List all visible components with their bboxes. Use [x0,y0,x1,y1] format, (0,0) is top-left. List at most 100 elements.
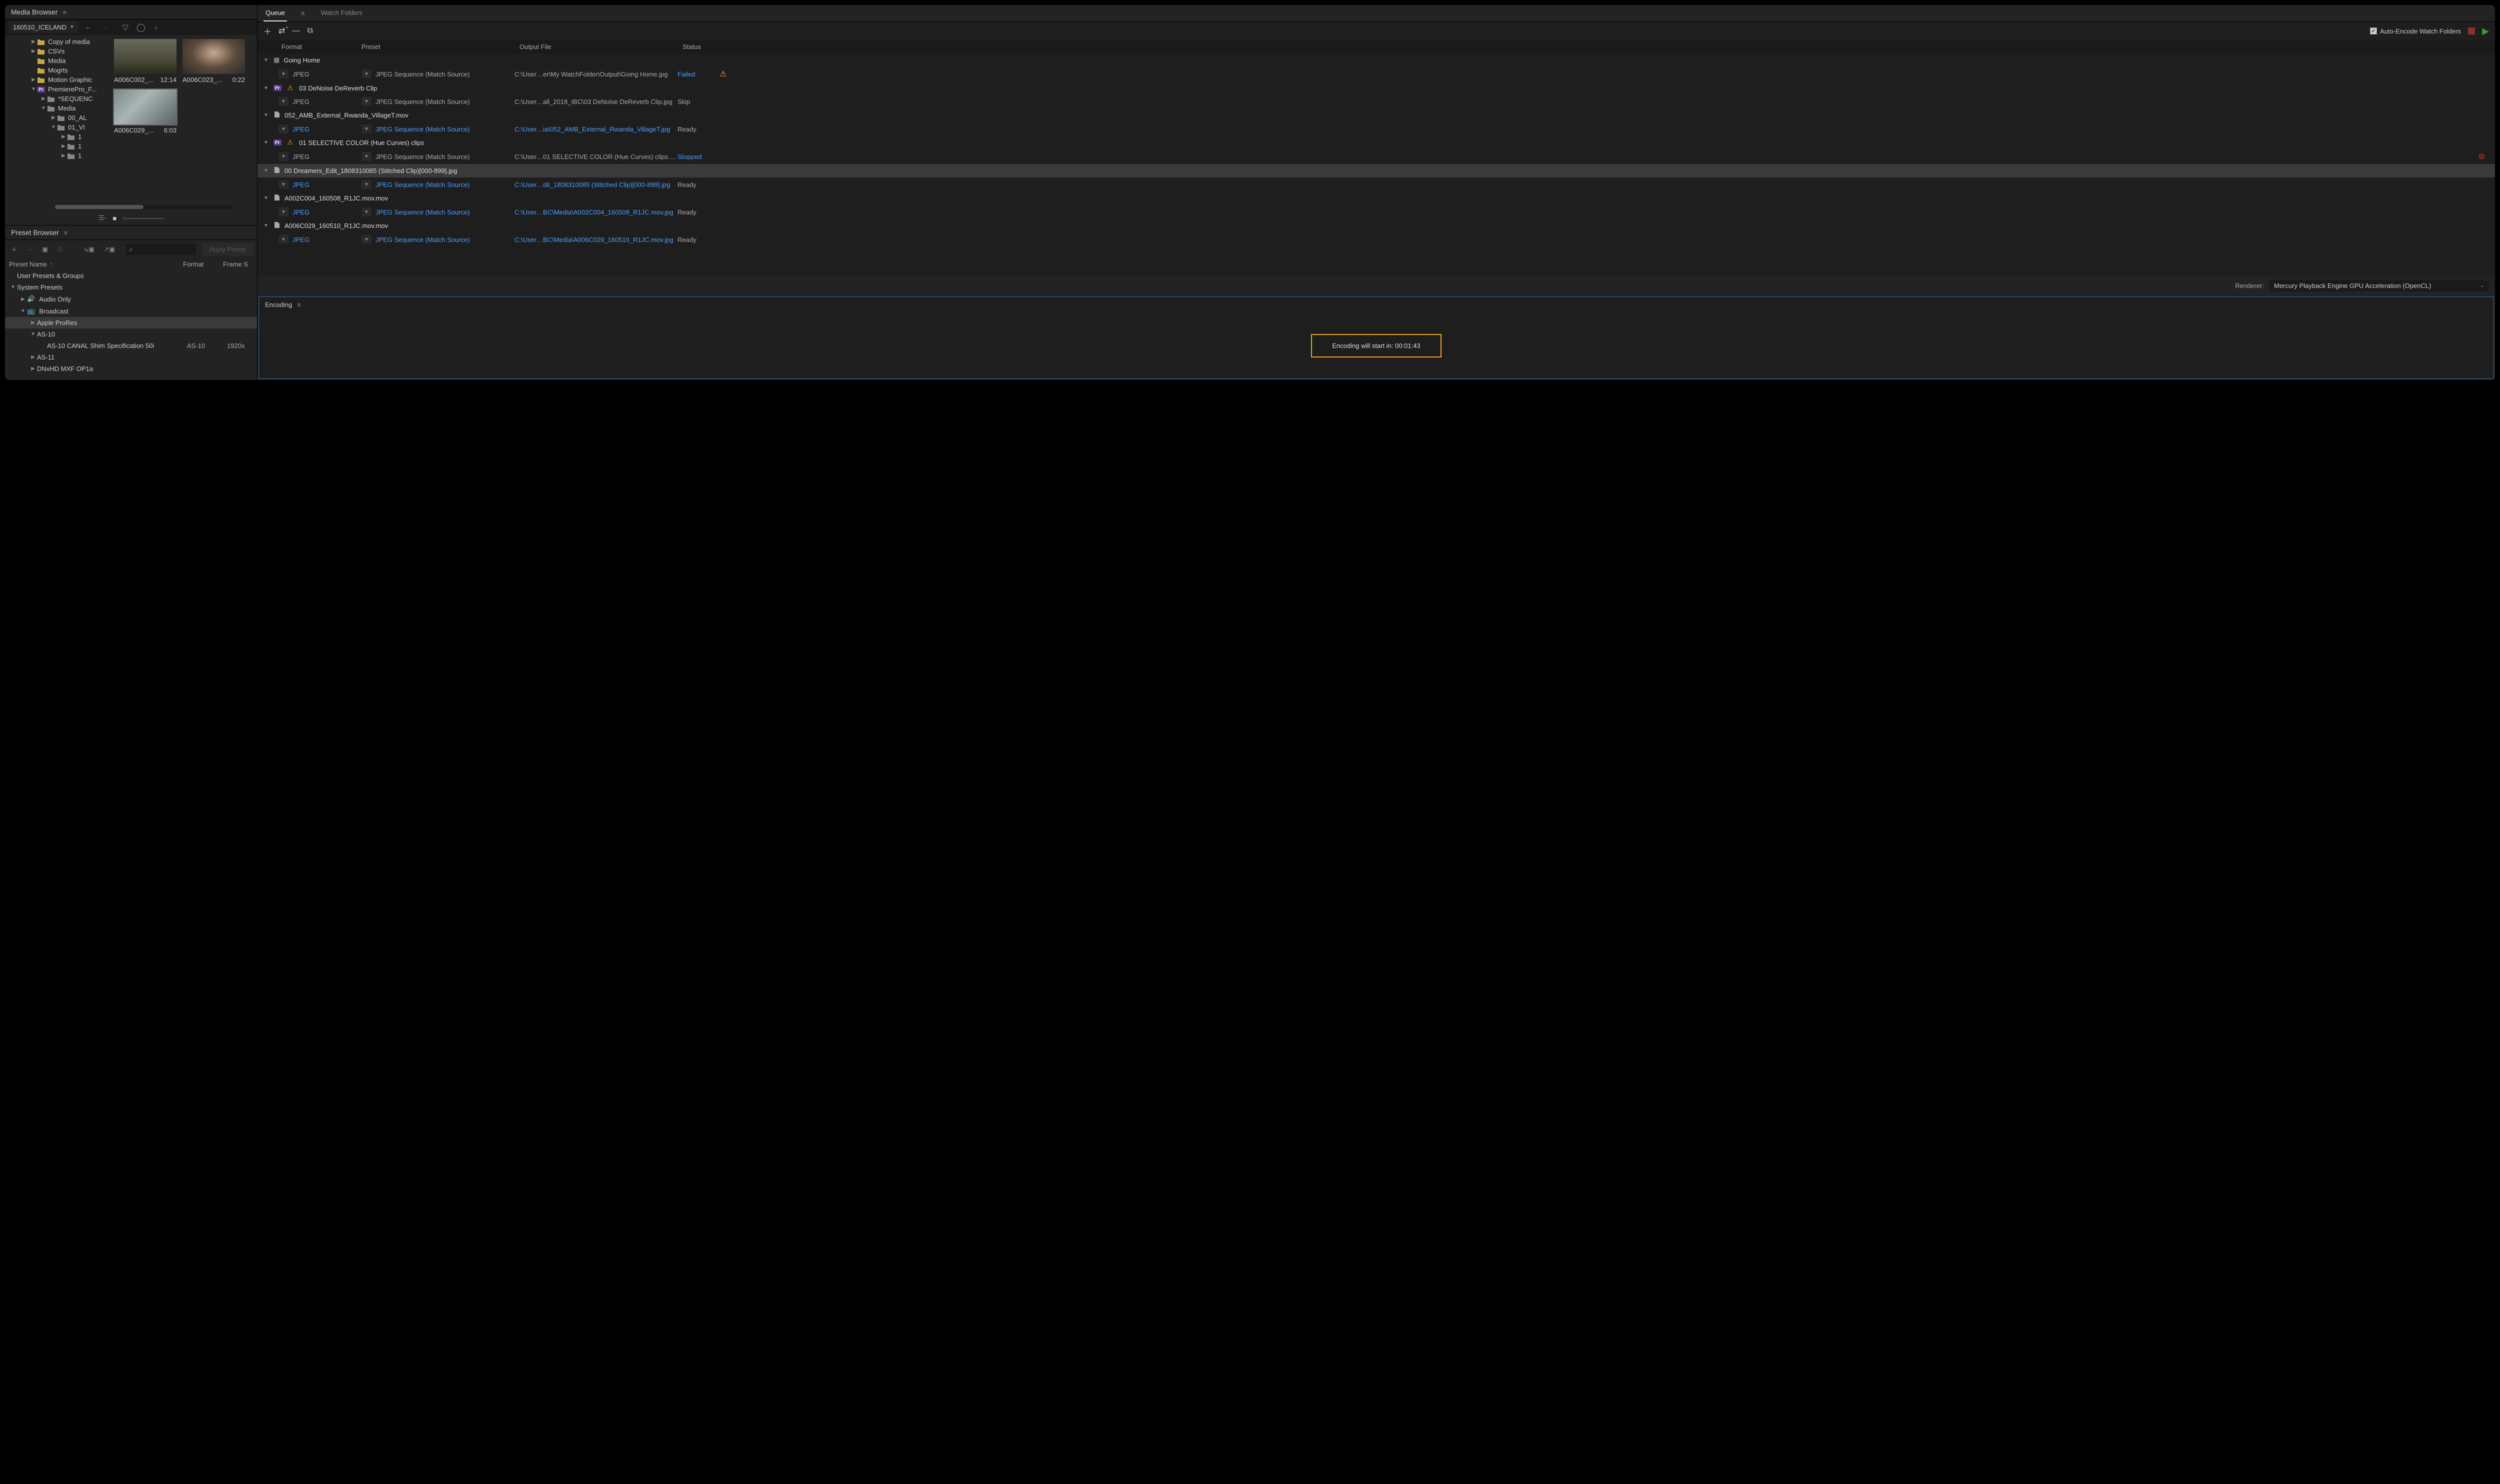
export-preset-icon[interactable]: ↗▣ [102,244,117,254]
queue-item[interactable]: ▼JPEG▼JPEG Sequence (Match Source)C:\Use… [258,205,2495,219]
media-tree[interactable]: ▶Copy of media▶CSVsMediaMogrts▶Motion Gr… [5,35,110,205]
group-arrow-icon[interactable]: ▼ [264,196,270,201]
queue-item-output[interactable]: C:\User…dit_1808310085 (Stitched Clip)[0… [514,181,678,188]
format-dropdown-icon[interactable]: ▼ [278,97,288,106]
queue-item-preset[interactable]: JPEG Sequence (Match Source) [376,126,470,133]
tree-item[interactable]: ▼Media [5,104,110,113]
format-dropdown-icon[interactable]: ▼ [278,70,288,78]
queue-item-format[interactable]: JPEG [292,181,362,188]
preset-arrow-icon[interactable]: ▶ [29,366,37,372]
group-arrow-icon[interactable]: ▼ [264,223,270,228]
group-arrow-icon[interactable]: ▼ [264,168,270,174]
preset-format-header[interactable]: Format [183,260,223,268]
tree-arrow-icon[interactable]: ▼ [50,124,57,130]
preset-dropdown-icon[interactable]: ▼ [362,124,372,134]
tree-arrow-icon[interactable]: ▶ [30,48,37,54]
media-thumbnail[interactable]: A006C023_...0:22 [182,39,245,84]
queue-item[interactable]: ▼JPEG▼JPEG Sequence (Match Source)C:\Use… [258,94,2495,108]
queue-item-output[interactable]: C:\User…01 SELECTIVE COLOR (Hue Curves) … [514,153,678,160]
preset-arrow-icon[interactable]: ▶ [19,296,27,302]
format-dropdown-icon[interactable]: ▼ [278,124,288,134]
new-group-icon[interactable]: ▣ [40,244,50,254]
queue-list[interactable]: ▼▦Going Home▼JPEG▼JPEG Sequence (Match S… [258,54,2495,276]
preset-arrow-icon[interactable]: ▼ [19,308,27,314]
queue-group[interactable]: ▼00 Dreamers_Edit_1808310085 (Stitched C… [258,164,2495,178]
thumb-view-icon[interactable]: ■ [112,214,116,222]
format-dropdown-icon[interactable]: ▼ [278,180,288,189]
queue-group[interactable]: ▼Pr⚠01 SELECTIVE COLOR (Hue Curves) clip… [258,136,2495,149]
ingest-icon[interactable]: ◯ [134,22,148,32]
preset-search-input[interactable] [135,244,194,254]
group-arrow-icon[interactable]: ▼ [264,112,270,118]
queue-item-format[interactable]: JPEG [292,208,362,216]
queue-item-output[interactable]: C:\User…BC\Media\A002C004_160508_R1JC.mo… [514,208,678,216]
queue-item-format[interactable]: JPEG [292,98,362,106]
preset-dropdown-icon[interactable]: ▼ [362,152,372,161]
tab-watch-folders[interactable]: Watch Folders [319,5,364,22]
queue-item-format[interactable]: JPEG [292,236,362,244]
preset-arrow-icon[interactable]: ▼ [9,284,17,290]
import-preset-icon[interactable]: ↘▣ [81,244,96,254]
preset-row[interactable]: ▼System Presets [5,282,257,293]
tree-arrow-icon[interactable]: ▶ [60,153,67,158]
add-source-icon[interactable]: ＋ [264,25,272,37]
queue-item-format[interactable]: JPEG [292,126,362,133]
thumb-size-slider[interactable]: ○──────── [122,214,164,222]
stop-queue-button[interactable] [2468,28,2475,34]
thumbnail-image[interactable] [182,39,245,74]
preset-row[interactable]: AS-10 CANAL Shim Specification 50iAS-101… [5,340,257,352]
tree-scrollbar[interactable] [55,205,232,209]
queue-group[interactable]: ▼052_AMB_External_Rwanda_VillageT.mov [258,108,2495,122]
nav-back-icon[interactable]: ← [82,23,94,32]
preset-dropdown-icon[interactable]: ▼ [362,97,372,106]
preset-list[interactable]: User Presets & Groups▼System Presets▶🔊Au… [5,270,257,380]
queue-item-format[interactable]: JPEG [292,70,362,78]
tree-item[interactable]: Mogrts [5,66,110,75]
preset-arrow-icon[interactable]: ▼ [29,332,37,337]
queue-item[interactable]: ▼JPEG▼JPEG Sequence (Match Source)C:\Use… [258,66,2495,82]
preset-row[interactable]: ▼📺Broadcast [5,305,257,317]
queue-item-preset[interactable]: JPEG Sequence (Match Source) [376,70,470,78]
encoding-menu-icon[interactable]: ≡ [297,301,301,308]
auto-encode-checkbox[interactable]: ✓ Auto-Encode Watch Folders [2370,28,2461,35]
preset-dropdown-icon[interactable]: ▼ [362,235,372,244]
tree-item[interactable]: ▼PrPremierePro_F... [5,84,110,94]
media-thumbnail[interactable]: A006C002_...12:14 [114,39,176,84]
tree-arrow-icon[interactable]: ▶ [60,144,67,149]
tree-arrow-icon[interactable]: ▼ [40,106,47,111]
media-thumbnail[interactable]: A006C029_...6:03 [114,90,176,134]
preset-dropdown-icon[interactable]: ▼ [362,208,372,216]
tab-queue[interactable]: Queue [264,5,287,22]
queue-item-output[interactable]: C:\User…ia\052_AMB_External_Rwanda_Villa… [514,126,678,133]
tree-arrow-icon[interactable]: ▶ [50,115,57,120]
queue-group[interactable]: ▼▦Going Home [258,54,2495,66]
location-dropdown[interactable]: 160510_ICELAND ▼ [9,22,78,33]
tree-item[interactable]: ▶1 [5,151,110,160]
tree-arrow-icon[interactable]: ▶ [30,77,37,82]
tree-item[interactable]: ▼01_VI [5,122,110,132]
queue-item-format[interactable]: JPEG [292,153,362,160]
format-dropdown-icon[interactable]: ▼ [278,235,288,244]
group-arrow-icon[interactable]: ▼ [264,140,270,146]
thumbnail-image[interactable] [114,39,176,74]
filter-icon[interactable]: ▽ [120,22,130,32]
tree-item[interactable]: ▶Copy of media [5,37,110,46]
add-preset-icon[interactable]: ＋ [9,244,20,255]
preset-arrow-icon[interactable]: ▶ [29,354,37,360]
tree-arrow-icon[interactable]: ▶ [40,96,47,102]
queue-item-preset[interactable]: JPEG Sequence (Match Source) [376,208,470,216]
queue-group[interactable]: ▼A002C004_160508_R1JC.mov.mov [258,192,2495,205]
queue-item[interactable]: ▼JPEG▼JPEG Sequence (Match Source)C:\Use… [258,178,2495,192]
queue-group[interactable]: ▼Pr⚠03 DeNoise DeReverb Clip [258,82,2495,94]
tree-arrow-icon[interactable]: ▼ [30,86,37,92]
preset-row[interactable]: ▶DNxHD MXF OP1a [5,363,257,374]
group-arrow-icon[interactable]: ▼ [264,86,270,91]
queue-item[interactable]: ▼JPEG▼JPEG Sequence (Match Source)C:\Use… [258,122,2495,136]
queue-item-preset[interactable]: JPEG Sequence (Match Source) [376,98,470,106]
queue-item-preset[interactable]: JPEG Sequence (Match Source) [376,236,470,244]
tree-item[interactable]: ▶00_AL [5,113,110,122]
group-arrow-icon[interactable]: ▼ [264,58,270,63]
tree-item[interactable]: ▶1 [5,132,110,142]
thumbnail-image[interactable] [114,90,176,124]
preset-framesize-header[interactable]: Frame S [223,260,253,268]
